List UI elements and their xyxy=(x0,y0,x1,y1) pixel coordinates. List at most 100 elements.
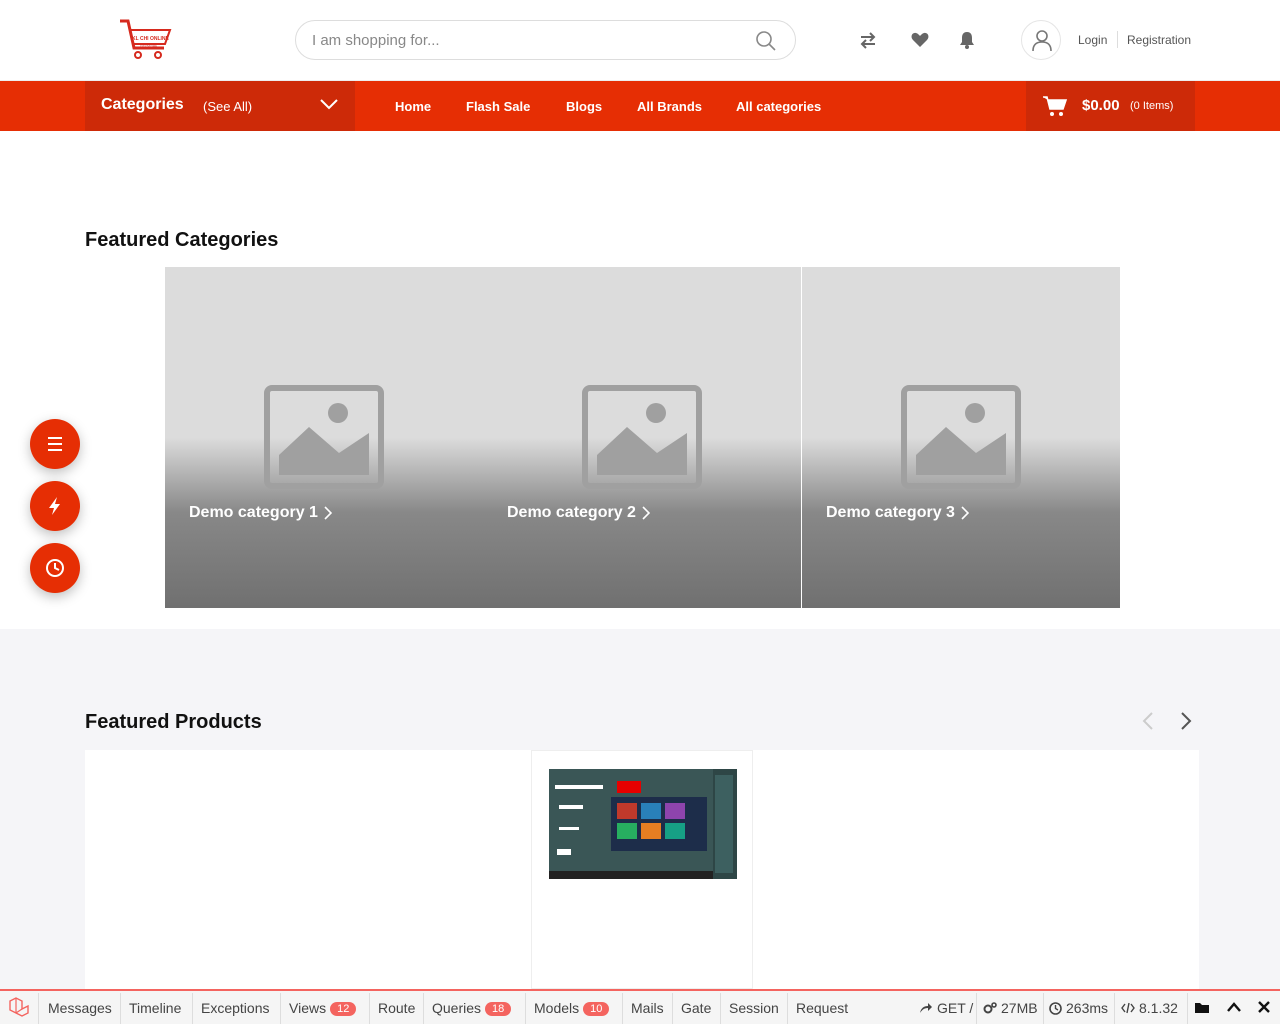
main-nav: Categories (See All) Home Flash Sale Blo… xyxy=(0,81,1280,131)
debug-tab-gate[interactable]: Gate xyxy=(681,1000,711,1016)
clock-icon xyxy=(46,559,64,577)
debug-tab-exceptions[interactable]: Exceptions xyxy=(201,1000,269,1016)
debug-memory: 27MB xyxy=(983,1000,1038,1016)
cart-button[interactable]: $0.00 (0 Items) xyxy=(1026,81,1195,131)
code-icon xyxy=(1121,1002,1135,1014)
login-link[interactable]: Login xyxy=(1078,33,1107,47)
search-input[interactable] xyxy=(312,30,732,50)
nav-home[interactable]: Home xyxy=(395,99,431,114)
chevron-right-icon xyxy=(324,506,332,520)
image-placeholder-icon xyxy=(264,385,384,489)
debug-tab-route[interactable]: Route xyxy=(378,1000,415,1016)
chevron-right-icon[interactable] xyxy=(1180,712,1192,730)
menu-icon xyxy=(48,437,62,451)
featured-products-title: Featured Products xyxy=(85,711,262,733)
debug-divider xyxy=(525,993,526,1024)
menu-fab[interactable] xyxy=(30,419,80,469)
queries-count-badge: 18 xyxy=(485,1002,512,1016)
chevron-right-icon xyxy=(961,506,969,520)
debug-tab-models[interactable]: Models 10 xyxy=(534,1000,610,1016)
debug-divider xyxy=(1043,993,1044,1024)
categories-label: Categories xyxy=(101,96,184,113)
bell-icon[interactable] xyxy=(957,30,977,50)
debug-bar: Messages Timeline Exceptions Views 12 Rou… xyxy=(0,989,1280,1024)
compare-icon[interactable] xyxy=(858,30,878,50)
tab-label: Views xyxy=(289,1000,327,1016)
category-name: Demo category 3 xyxy=(826,504,955,521)
search-bar xyxy=(295,20,796,60)
category-name: Demo category 1 xyxy=(189,504,318,521)
memory-text: 27MB xyxy=(1001,1000,1038,1016)
debug-divider xyxy=(120,993,121,1024)
nav-flash-sale[interactable]: Flash Sale xyxy=(466,99,530,114)
php-text: 8.1.32 xyxy=(1139,1000,1178,1016)
debug-time: 263ms xyxy=(1049,1000,1108,1016)
time-text: 263ms xyxy=(1066,1000,1109,1016)
flash-icon xyxy=(49,497,60,515)
debug-divider xyxy=(787,993,788,1024)
product-image[interactable] xyxy=(549,769,737,879)
chevron-left-icon[interactable] xyxy=(1142,712,1154,730)
category-name: Demo category 2 xyxy=(507,504,636,521)
debug-tab-request[interactable]: Request xyxy=(796,1000,848,1016)
laravel-icon[interactable] xyxy=(8,997,32,1019)
debug-tab-queries[interactable]: Queries 18 xyxy=(432,1000,512,1016)
search-icon[interactable] xyxy=(755,30,777,52)
debug-divider xyxy=(280,993,281,1024)
image-placeholder-icon xyxy=(901,385,1021,489)
category-link[interactable]: Demo category 3 xyxy=(826,504,969,522)
nav-all-categories[interactable]: All categories xyxy=(736,99,821,114)
debug-php-version: 8.1.32 xyxy=(1121,1000,1178,1016)
categories-dropdown[interactable]: Categories (See All) xyxy=(85,81,355,131)
share-icon xyxy=(920,1003,932,1013)
debug-tab-mails[interactable]: Mails xyxy=(631,1000,664,1016)
featured-categories-title: Featured Categories xyxy=(85,229,279,251)
registration-link[interactable]: Registration xyxy=(1127,33,1191,47)
product-card[interactable] xyxy=(531,750,753,989)
category-card-3[interactable]: Demo category 3 xyxy=(802,267,1120,608)
cart-icon xyxy=(1043,96,1068,116)
folder-icon[interactable] xyxy=(1194,1001,1210,1014)
tab-label: Models xyxy=(534,1000,580,1016)
user-avatar[interactable] xyxy=(1021,20,1061,60)
category-card-1[interactable]: Demo category 1 xyxy=(165,267,483,608)
chevron-down-icon xyxy=(320,99,338,110)
cogs-icon xyxy=(983,1002,997,1014)
debug-tab-session[interactable]: Session xyxy=(729,1000,779,1016)
heart-icon[interactable] xyxy=(910,30,930,50)
cart-item-count: (0 Items) xyxy=(1130,100,1174,112)
debug-divider xyxy=(38,993,39,1024)
cart-amount: $0.00 xyxy=(1082,97,1120,114)
debug-divider xyxy=(720,993,721,1024)
chevron-up-icon[interactable] xyxy=(1227,1002,1241,1012)
history-fab[interactable] xyxy=(30,543,80,593)
debug-tab-views[interactable]: Views 12 xyxy=(289,1000,357,1016)
clock-icon xyxy=(1049,1002,1062,1015)
debug-divider xyxy=(1114,993,1115,1024)
views-count-badge: 12 xyxy=(330,1002,357,1016)
debug-divider xyxy=(622,993,623,1024)
close-icon[interactable] xyxy=(1258,1001,1270,1013)
category-link[interactable]: Demo category 1 xyxy=(189,504,332,522)
header-separator xyxy=(1117,31,1118,48)
logo-subtext: CITYSTORE xyxy=(140,44,158,48)
method-text: GET / xyxy=(937,1000,974,1016)
logo-text: KL CHI ONLINE xyxy=(132,36,169,42)
debug-divider xyxy=(369,993,370,1024)
image-placeholder-icon xyxy=(582,385,702,489)
category-link[interactable]: Demo category 2 xyxy=(507,504,650,522)
top-header: KL CHI ONLINE CITYSTORE Login Registrati… xyxy=(0,0,1280,81)
flash-fab[interactable] xyxy=(30,481,80,531)
debug-tab-messages[interactable]: Messages xyxy=(48,1000,112,1016)
category-card-2[interactable]: Demo category 2 xyxy=(483,267,801,608)
debug-divider xyxy=(192,993,193,1024)
debug-divider xyxy=(976,993,977,1024)
chevron-right-icon xyxy=(642,506,650,520)
user-icon xyxy=(1032,30,1052,51)
nav-blogs[interactable]: Blogs xyxy=(566,99,602,114)
nav-all-brands[interactable]: All Brands xyxy=(637,99,702,114)
models-count-badge: 10 xyxy=(583,1002,610,1016)
see-all-label: (See All) xyxy=(203,99,253,114)
debug-divider xyxy=(1187,993,1188,1024)
debug-tab-timeline[interactable]: Timeline xyxy=(129,1000,181,1016)
